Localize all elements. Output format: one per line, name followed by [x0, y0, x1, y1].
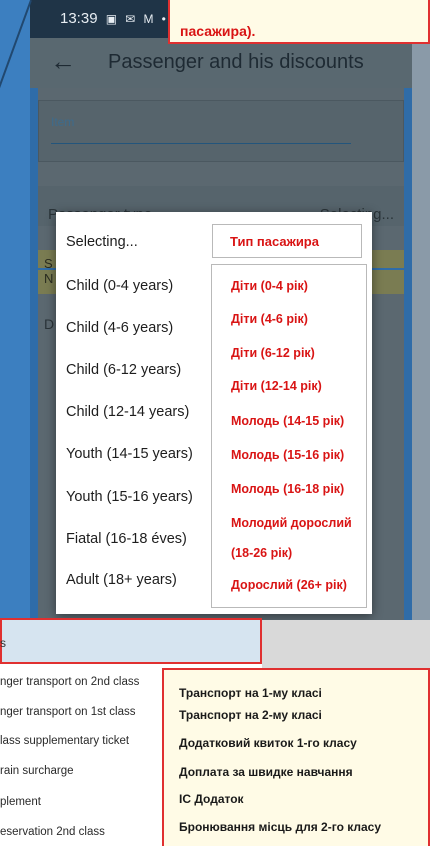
translation-item: Діти (6-12 рік)	[231, 346, 315, 360]
ticket-translation-box: Транспорт на 1-му класі Транспорт на 2-м…	[162, 668, 430, 850]
mail-icon: ✉	[125, 12, 136, 26]
type-annotation-label: Тип пасажира	[230, 234, 319, 249]
image-icon: ▣	[105, 12, 118, 26]
ticket-type-row[interactable]: nger transport on 2nd class	[0, 676, 139, 688]
translation-item: Діти (0-4 рік)	[231, 279, 308, 293]
left-blue-strip	[0, 0, 30, 620]
page-title: Passenger and his discounts	[108, 51, 364, 73]
app-bar: ← Passenger and his discounts	[30, 38, 412, 88]
ticket-type-row[interactable]: nger transport on 1st class	[0, 706, 136, 718]
back-arrow-icon[interactable]: ←	[50, 46, 76, 77]
ticket-type-row[interactable]: lass supplementary ticket	[0, 735, 129, 747]
top-annotation: пасажира).	[168, 0, 430, 44]
ticket-translation-item: Транспорт на 2-му класі	[179, 708, 322, 722]
dropdown-option[interactable]: Child (6-12 years)	[66, 362, 181, 378]
ticket-translation-item: IC Додаток	[179, 792, 244, 806]
discount-line: D	[44, 316, 55, 332]
ticket-translation-item: Додатковий квиток 1-го класу	[179, 736, 357, 750]
ticket-translation-item: Транспорт на 1-му класі	[179, 686, 322, 700]
ticket-type-header-text: s	[0, 636, 6, 650]
translation-item: Молодь (14-15 рік)	[231, 414, 345, 428]
status-time: 13:39	[60, 10, 98, 27]
gmail-icon: M	[143, 12, 154, 26]
translation-item: Дорослий (26+ рік)	[231, 578, 347, 592]
dropdown-option[interactable]: Child (12-14 years)	[66, 404, 189, 420]
ticket-type-row[interactable]: eservation 2nd class	[0, 826, 105, 838]
bottom-edge	[0, 846, 430, 850]
type-annotation: Тип пасажира	[212, 224, 362, 258]
translation-item: Молодь (15-16 рік)	[231, 448, 345, 462]
dropdown-option[interactable]: Adult (18+ years)	[66, 572, 177, 588]
dropdown-option[interactable]: Child (0-4 years)	[66, 278, 173, 294]
translation-item: Молодий дорослий	[231, 516, 352, 530]
translation-item: Діти (12-14 рік)	[231, 379, 322, 393]
translation-item: Діти (4-6 рік)	[231, 312, 308, 326]
dropdown-option[interactable]: Child (4-6 years)	[66, 320, 173, 336]
dropdown-option[interactable]: Fiatal (16-18 éves)	[66, 531, 187, 547]
top-annotation-text: пасажира).	[180, 23, 256, 39]
type-translation-list: Діти (0-4 рік) Діти (4-6 рік) Діти (6-12…	[211, 264, 367, 608]
dropdown-option[interactable]: Selecting...	[66, 234, 138, 250]
translation-item: (18-26 рік)	[231, 546, 293, 560]
dot-icon: •	[161, 12, 166, 26]
ticket-translation-item: Доплата за швидке навчання	[179, 765, 353, 779]
ticket-type-row[interactable]: rain surcharge	[0, 765, 74, 777]
translation-item: Молодь (16-18 рік)	[231, 482, 345, 496]
ticket-type-header: s	[0, 618, 262, 664]
ticket-type-row[interactable]: plement	[0, 796, 41, 808]
dropdown-option[interactable]: Youth (14-15 years)	[66, 446, 193, 462]
ticket-translation-item: Бронювання місць для 2-го класу	[179, 820, 382, 834]
dropdown-option[interactable]: Youth (15-16 years)	[66, 489, 193, 505]
